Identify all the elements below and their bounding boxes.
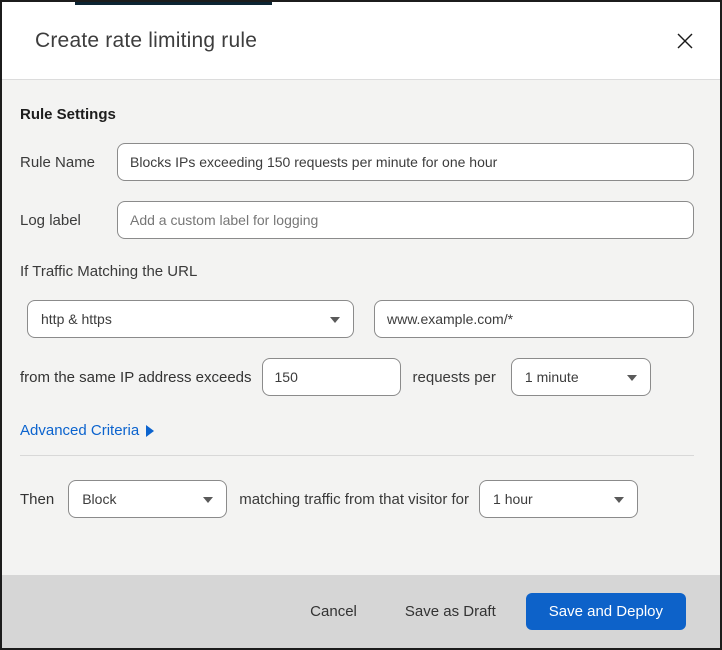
cancel-button[interactable]: Cancel — [300, 595, 367, 628]
threshold-row: from the same IP address exceeds request… — [20, 358, 694, 396]
chevron-down-icon — [203, 497, 214, 503]
save-as-draft-button[interactable]: Save as Draft — [395, 595, 506, 628]
url-pattern-input[interactable] — [374, 300, 694, 338]
section-divider — [20, 455, 694, 456]
request-count-input[interactable] — [261, 358, 401, 396]
chevron-down-icon — [330, 317, 340, 323]
close-button[interactable] — [670, 26, 700, 56]
action-select-value: Block — [82, 491, 117, 507]
log-label-label: Log label — [20, 211, 81, 229]
log-label-row: Log label — [20, 201, 694, 239]
threshold-prefix-text: from the same IP address exceeds — [20, 368, 252, 386]
advanced-criteria-link[interactable]: Advanced Criteria — [20, 422, 155, 439]
modal-header: Create rate limiting rule — [2, 2, 720, 80]
rule-name-row: Rule Name — [20, 143, 694, 181]
chevron-down-icon — [614, 497, 625, 503]
traffic-match-heading: If Traffic Matching the URL — [20, 263, 198, 280]
period-select-value: 1 minute — [524, 369, 579, 385]
rule-name-label: Rule Name — [20, 153, 96, 171]
matching-traffic-text: matching traffic from that visitor for — [239, 490, 470, 508]
save-and-deploy-button[interactable]: Save and Deploy — [525, 593, 686, 630]
scheme-select-value: http & https — [41, 311, 112, 327]
expand-arrow-icon — [146, 424, 155, 437]
modal-body: Rule Settings Rule Name Log label If Tra… — [2, 80, 720, 575]
rule-name-input[interactable] — [117, 143, 694, 181]
create-rate-limiting-rule-modal: Create rate limiting rule Rule Settings … — [0, 0, 722, 650]
action-row: Then Block matching traffic from that vi… — [20, 480, 694, 518]
scheme-select[interactable]: http & https — [27, 300, 354, 338]
modal-footer: Cancel Save as Draft Save and Deploy — [2, 575, 720, 648]
background-page-bar — [75, 2, 272, 5]
then-text: Then — [20, 490, 55, 508]
chevron-down-icon — [626, 375, 637, 381]
modal-title: Create rate limiting rule — [35, 28, 258, 52]
close-icon — [677, 33, 693, 49]
advanced-criteria-label: Advanced Criteria — [20, 422, 140, 439]
period-select[interactable]: 1 minute — [510, 358, 651, 396]
section-heading: Rule Settings — [20, 106, 116, 123]
duration-select-value: 1 hour — [493, 491, 533, 507]
action-select[interactable]: Block — [68, 480, 228, 518]
log-label-input[interactable] — [117, 201, 694, 239]
url-match-row: http & https — [20, 300, 694, 338]
duration-select[interactable]: 1 hour — [479, 480, 639, 518]
requests-per-text: requests per — [412, 368, 496, 386]
